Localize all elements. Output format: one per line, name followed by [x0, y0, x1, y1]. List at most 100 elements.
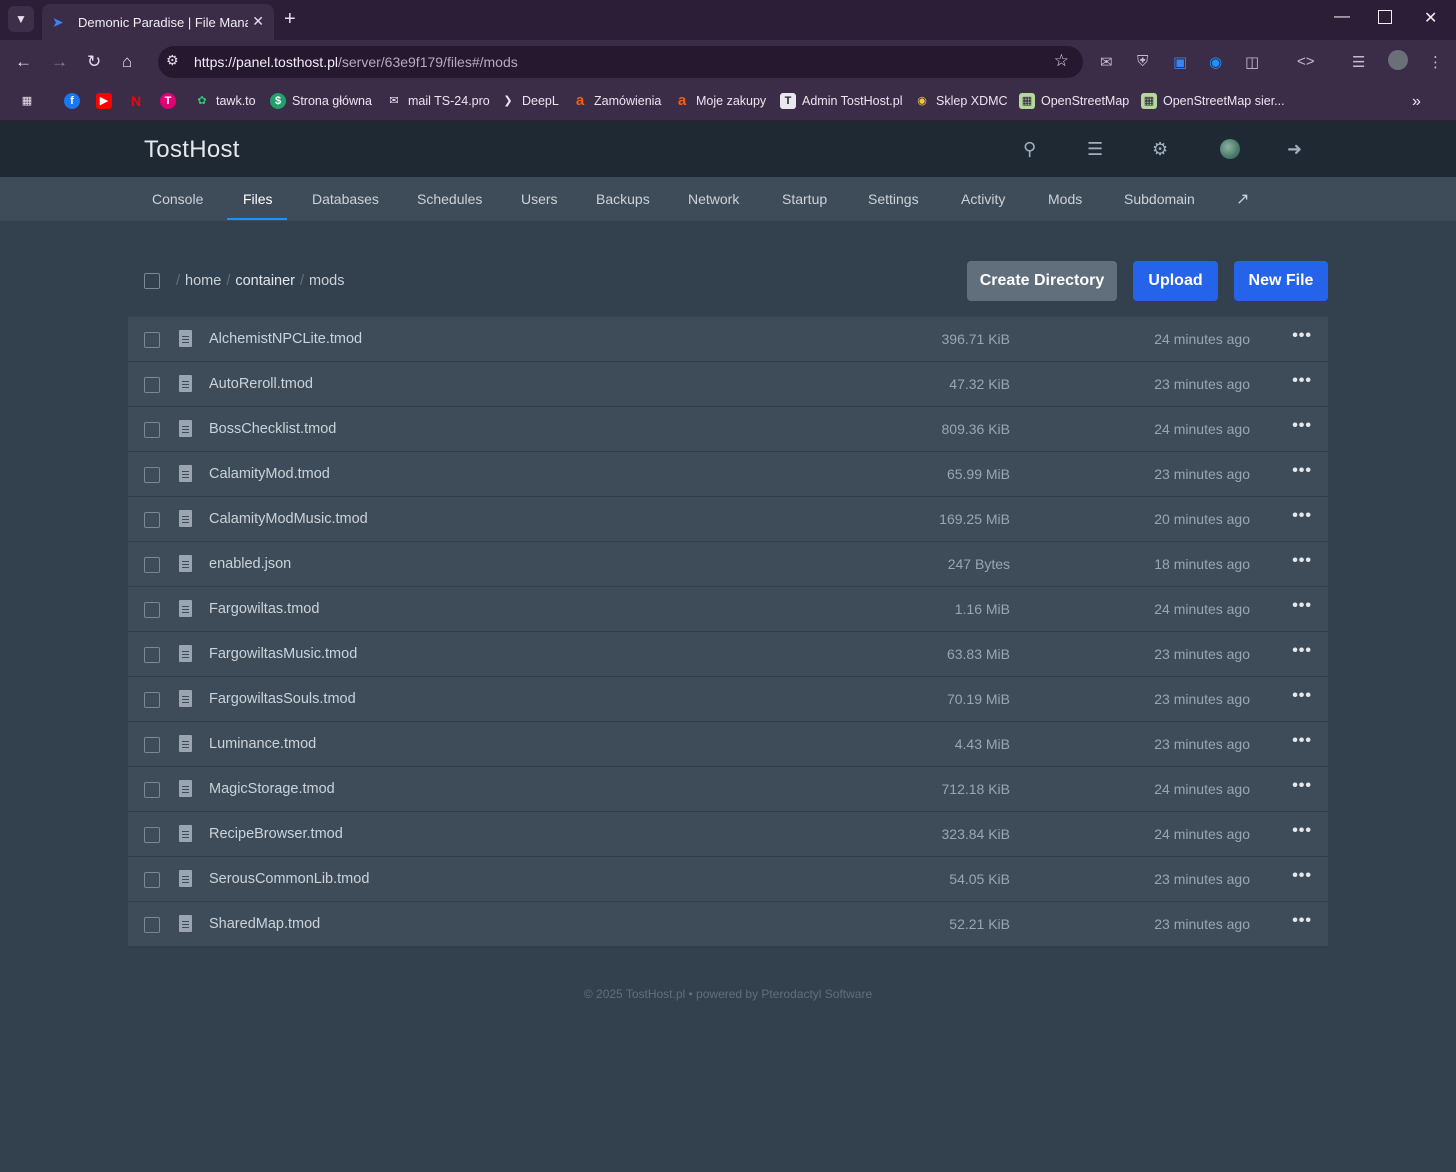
browser-tab-active[interactable]: ➤ Demonic Paradise | File Manager ✕: [42, 4, 274, 40]
tab-close-icon[interactable]: ✕: [252, 13, 264, 30]
file-actions-menu-icon[interactable]: •••: [1292, 867, 1312, 885]
select-all-checkbox[interactable]: [144, 273, 160, 289]
file-checkbox[interactable]: [144, 872, 160, 888]
user-avatar[interactable]: [1220, 139, 1240, 159]
bookmark-youtube[interactable]: ▶: [96, 93, 118, 109]
site-info-icon[interactable]: ⚙: [166, 52, 179, 69]
file-actions-menu-icon[interactable]: •••: [1292, 552, 1312, 570]
file-name[interactable]: MagicStorage.tmod: [209, 781, 335, 797]
file-checkbox[interactable]: [144, 917, 160, 933]
breadcrumb-home[interactable]: home: [185, 273, 221, 289]
file-name[interactable]: enabled.json: [209, 556, 291, 572]
devtools-code-icon[interactable]: <>: [1297, 53, 1315, 70]
tab-network[interactable]: Network: [688, 191, 739, 207]
servers-layers-icon[interactable]: ☰: [1087, 139, 1103, 160]
brand-logo[interactable]: TostHost: [144, 136, 240, 164]
extensions-puzzle-icon[interactable]: ◫: [1245, 53, 1259, 71]
home-icon[interactable]: ⌂: [122, 52, 132, 72]
bookmark-openstreetmap-sier[interactable]: ▦ OpenStreetMap sier...: [1141, 93, 1285, 109]
file-actions-menu-icon[interactable]: •••: [1292, 462, 1312, 480]
new-tab-button[interactable]: +: [284, 8, 296, 30]
file-checkbox[interactable]: [144, 467, 160, 483]
file-name[interactable]: CalamityMod.tmod: [209, 466, 330, 482]
bitwarden-extension-icon[interactable]: ▣: [1173, 53, 1187, 71]
tab-databases[interactable]: Databases: [312, 191, 379, 207]
file-name[interactable]: RecipeBrowser.tmod: [209, 826, 343, 842]
file-name[interactable]: BossChecklist.tmod: [209, 421, 336, 437]
mail-extension-icon[interactable]: ✉: [1100, 53, 1113, 71]
file-name[interactable]: FargowiltasMusic.tmod: [209, 646, 357, 662]
search-icon[interactable]: ⚲: [1023, 139, 1036, 160]
file-row[interactable]: SharedMap.tmod 52.21 KiB 23 minutes ago •••: [128, 902, 1328, 947]
logout-icon[interactable]: ➜: [1287, 139, 1302, 160]
file-row[interactable]: AutoReroll.tmod 47.32 KiB 23 minutes ago ••…: [128, 362, 1328, 407]
file-name[interactable]: FargowiltasSouls.tmod: [209, 691, 356, 707]
file-actions-menu-icon[interactable]: •••: [1292, 777, 1312, 795]
file-name[interactable]: AutoReroll.tmod: [209, 376, 313, 392]
bookmark-admin-tosthost[interactable]: T Admin TostHost.pl: [780, 93, 903, 109]
file-actions-menu-icon[interactable]: •••: [1292, 597, 1312, 615]
forward-icon[interactable]: →: [51, 52, 68, 72]
minimize-icon[interactable]: —: [1334, 8, 1350, 26]
file-checkbox[interactable]: [144, 422, 160, 438]
upload-button[interactable]: Upload: [1133, 261, 1218, 301]
file-checkbox[interactable]: [144, 602, 160, 618]
file-checkbox[interactable]: [144, 692, 160, 708]
bookmark-star-icon[interactable]: ☆: [1054, 51, 1069, 71]
shazam-extension-icon[interactable]: ◉: [1209, 53, 1222, 71]
file-actions-menu-icon[interactable]: •••: [1292, 372, 1312, 390]
bookmark-tawk[interactable]: ✿ tawk.to: [194, 93, 255, 109]
breadcrumb-container[interactable]: container: [235, 273, 295, 289]
file-checkbox[interactable]: [144, 647, 160, 663]
file-name[interactable]: AlchemistNPCLite.tmod: [209, 331, 362, 347]
bookmark-deepl[interactable]: ❯ DeepL: [500, 93, 558, 109]
tab-activity[interactable]: Activity: [961, 191, 1005, 207]
reload-icon[interactable]: ↻: [87, 52, 101, 72]
file-checkbox[interactable]: [144, 332, 160, 348]
tab-settings[interactable]: Settings: [868, 191, 919, 207]
address-bar[interactable]: ⚙ https://panel.tosthost.pl/server/63e9f…: [158, 46, 1083, 78]
profile-avatar-icon[interactable]: [1388, 50, 1408, 70]
bookmark-facebook[interactable]: f: [64, 93, 86, 109]
bookmark-moje-zakupy[interactable]: a Moje zakupy: [674, 93, 766, 109]
url-text[interactable]: https://panel.tosthost.pl/server/63e9f17…: [194, 54, 518, 70]
file-checkbox[interactable]: [144, 737, 160, 753]
ublock-extension-icon[interactable]: ⛨: [1137, 53, 1148, 70]
bookmark-netflix[interactable]: N: [128, 93, 150, 109]
bookmark-zamowienia[interactable]: a Zamówienia: [572, 93, 662, 109]
file-name[interactable]: SharedMap.tmod: [209, 916, 320, 932]
media-queue-icon[interactable]: ☰: [1352, 53, 1365, 71]
new-file-button[interactable]: New File: [1234, 261, 1328, 301]
file-row[interactable]: MagicStorage.tmod 712.18 KiB 24 minutes ag…: [128, 767, 1328, 812]
file-row[interactable]: FargowiltasMusic.tmod 63.83 MiB 23 minutes…: [128, 632, 1328, 677]
file-row[interactable]: FargowiltasSouls.tmod 70.19 MiB 23 minutes…: [128, 677, 1328, 722]
tab-schedules[interactable]: Schedules: [417, 191, 482, 207]
tab-subdomain[interactable]: Subdomain: [1124, 191, 1195, 207]
browser-menu-icon[interactable]: ⋮: [1428, 53, 1443, 71]
file-actions-menu-icon[interactable]: •••: [1292, 912, 1312, 930]
tab-console[interactable]: Console: [152, 191, 203, 207]
file-actions-menu-icon[interactable]: •••: [1292, 687, 1312, 705]
file-checkbox[interactable]: [144, 827, 160, 843]
tab-startup[interactable]: Startup: [782, 191, 827, 207]
file-row[interactable]: Fargowiltas.tmod 1.16 MiB 24 minutes ago ••…: [128, 587, 1328, 632]
apps-icon[interactable]: ▦: [19, 93, 41, 109]
file-row[interactable]: AlchemistNPCLite.tmod 396.71 KiB 24 minute…: [128, 317, 1328, 362]
bookmark-sklep-xdmc[interactable]: ◉ Sklep XDMC: [914, 93, 1007, 109]
file-name[interactable]: CalamityModMusic.tmod: [209, 511, 368, 527]
file-row[interactable]: Luminance.tmod 4.43 MiB 23 minutes ago •••: [128, 722, 1328, 767]
file-name[interactable]: Luminance.tmod: [209, 736, 316, 752]
file-row[interactable]: enabled.json 247 Bytes 18 minutes ago •••: [128, 542, 1328, 587]
bookmark-tmobile[interactable]: T: [160, 93, 182, 109]
file-row[interactable]: RecipeBrowser.tmod 323.84 KiB 24 minutes a…: [128, 812, 1328, 857]
create-directory-button[interactable]: Create Directory: [967, 261, 1117, 301]
tab-users[interactable]: Users: [521, 191, 558, 207]
file-actions-menu-icon[interactable]: •••: [1292, 327, 1312, 345]
file-actions-menu-icon[interactable]: •••: [1292, 642, 1312, 660]
tab-search-button[interactable]: ▼: [8, 6, 34, 32]
maximize-icon[interactable]: [1378, 10, 1392, 24]
file-actions-menu-icon[interactable]: •••: [1292, 417, 1312, 435]
tab-files[interactable]: Files: [243, 191, 273, 207]
external-link-icon[interactable]: ↗: [1236, 189, 1249, 209]
bookmarks-overflow-icon[interactable]: »: [1412, 93, 1421, 111]
